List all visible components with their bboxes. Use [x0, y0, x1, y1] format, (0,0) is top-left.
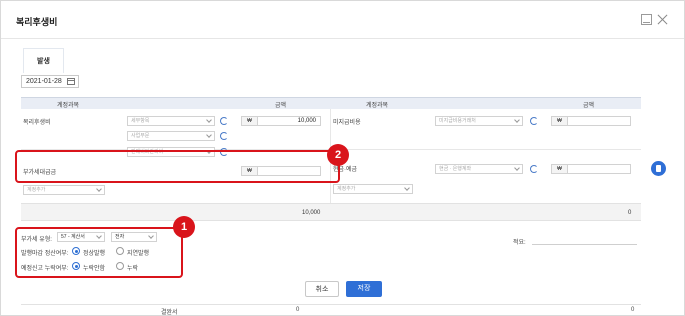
- won-currency: ₩: [552, 165, 568, 173]
- amount-field-welfare[interactable]: ₩ 10,000: [241, 116, 321, 126]
- date-value: 2021-01-28: [26, 78, 62, 85]
- add-account-placeholder: 계정추가: [27, 187, 46, 193]
- date-field[interactable]: 2021-01-28: [21, 75, 79, 88]
- refresh-icon[interactable]: [220, 132, 228, 140]
- totals-row: 10,000 0: [21, 203, 641, 221]
- cash-bank-placeholder: 현금 · 은행계좌: [439, 166, 472, 172]
- amount-value: 10,000: [297, 118, 316, 124]
- close-icon[interactable]: [657, 14, 668, 25]
- dialog-title: 복리후생비: [16, 17, 58, 27]
- chevron-down-icon: [514, 165, 520, 171]
- right-total: 0: [628, 210, 632, 216]
- titlebar: 복리후생비: [1, 1, 684, 39]
- chevron-down-icon: [96, 186, 102, 192]
- add-account-select-left[interactable]: 계정추가: [23, 185, 105, 195]
- dialog: 복리후생비 발생 2021-01-28 계정과목 금액 계정과목 금액 복리후생…: [0, 0, 685, 316]
- add-account-select-right[interactable]: 계정추가: [333, 184, 413, 194]
- background-table-peek: 결완서 0 0: [21, 304, 641, 316]
- account-label-welfare: 복리후생비: [23, 120, 51, 126]
- payable-vendor-select[interactable]: 미지급비용거래처: [435, 116, 523, 126]
- memo-label: 적요:: [513, 240, 526, 246]
- annotation-box-2: [15, 150, 340, 183]
- refresh-icon[interactable]: [530, 117, 538, 125]
- detail-item-select[interactable]: 세부항목: [127, 116, 215, 126]
- save-button[interactable]: 저장: [346, 281, 382, 297]
- header-right-account: 계정과목: [366, 103, 389, 109]
- account-label-accrued-expense: 미지급비용: [333, 120, 361, 126]
- add-account-placeholder: 계정추가: [337, 186, 356, 192]
- won-currency: ₩: [552, 117, 568, 125]
- minimize-icon[interactable]: [641, 14, 652, 25]
- annotation-box-1: [15, 227, 183, 278]
- memo-input[interactable]: [532, 244, 637, 245]
- document-icon[interactable]: [651, 161, 666, 176]
- peek-right-value: 0: [631, 307, 635, 313]
- header-left-amount: 금액: [275, 103, 287, 109]
- won-currency: ₩: [242, 117, 258, 125]
- chevron-down-icon: [514, 117, 520, 123]
- cash-bank-select[interactable]: 현금 · 은행계좌: [435, 164, 523, 174]
- annotation-badge-1: 1: [173, 216, 195, 238]
- business-unit-placeholder: 사업부문: [131, 133, 150, 139]
- tab-issue[interactable]: 발생: [23, 48, 64, 73]
- header-left-account: 계정과목: [57, 103, 80, 109]
- left-total: 10,000: [302, 210, 321, 216]
- peek-left-value: 0: [296, 307, 300, 313]
- peek-label: 결완서: [161, 310, 178, 316]
- detail-item-placeholder: 세부항목: [131, 118, 150, 124]
- payable-vendor-placeholder: 미지급비용거래처: [439, 118, 476, 124]
- header-right-amount: 금액: [583, 103, 595, 109]
- chevron-down-icon: [404, 185, 410, 191]
- annotation-badge-2: 2: [327, 144, 349, 166]
- chevron-down-icon: [206, 132, 212, 138]
- amount-field-cash[interactable]: ₩: [551, 164, 631, 174]
- chevron-down-icon: [206, 117, 212, 123]
- calendar-icon[interactable]: [67, 78, 75, 85]
- amount-field-accrued[interactable]: ₩: [551, 116, 631, 126]
- refresh-icon[interactable]: [530, 165, 538, 173]
- refresh-icon[interactable]: [220, 117, 228, 125]
- business-unit-select[interactable]: 사업부문: [127, 131, 215, 141]
- table-header: 계정과목 금액 계정과목 금액: [21, 97, 641, 109]
- cancel-button[interactable]: 취소: [305, 281, 339, 297]
